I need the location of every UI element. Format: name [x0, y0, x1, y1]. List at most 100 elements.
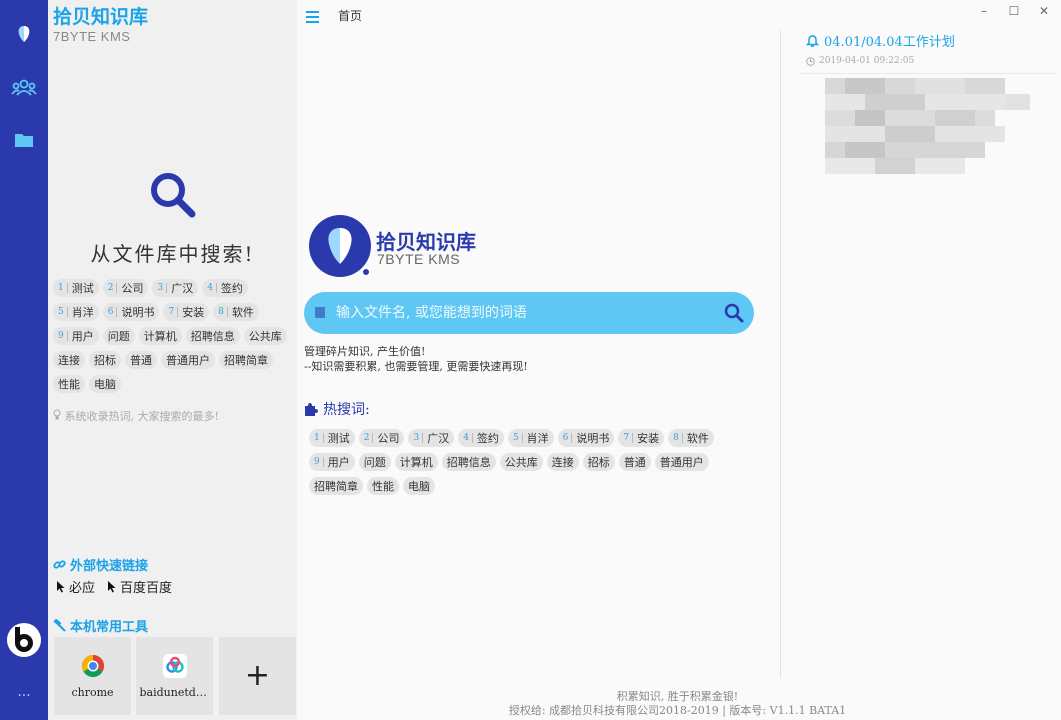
hot-search-title: 热搜词:	[304, 399, 370, 419]
tool-baidunetdisk[interactable]: baidunetdisk	[136, 637, 213, 715]
nav-rail: ···	[0, 0, 48, 720]
users-icon[interactable]	[0, 68, 48, 108]
hot-tag[interactable]: 2 公司	[102, 279, 149, 297]
hot-tag[interactable]: 4 签约	[458, 429, 504, 447]
hot-tag[interactable]: 6 说明书	[557, 429, 615, 447]
baidunetdisk-icon	[162, 653, 187, 678]
tag-label: 软件	[686, 432, 709, 445]
tag-label: 软件	[231, 306, 254, 319]
hot-tag[interactable]: 招聘信息	[441, 453, 496, 471]
search-panel: 拾贝知识库 7BYTE KMS 从文件库中搜索! 1 测试 2 公司 3 广汉 4 签约 5 肖洋…	[48, 0, 297, 720]
tag-label: 公共库	[504, 456, 538, 469]
cursor-icon	[108, 581, 116, 593]
tag-label: 广汉	[427, 432, 450, 445]
lightbulb-icon	[53, 409, 65, 423]
hot-tag[interactable]: 问题	[102, 327, 135, 345]
hot-tag[interactable]: 计算机	[394, 453, 438, 471]
tag-rank: 5	[513, 433, 523, 443]
tag-label: 签约	[220, 282, 243, 295]
hint: 系统收录热词, 大家搜索的最多!	[53, 408, 219, 424]
footer-license: 授权给: 成都拾贝科技有限公司2018-2019 | 版本号: V1.1.1 B…	[508, 704, 847, 717]
search-input[interactable]	[336, 305, 724, 321]
folder-icon[interactable]	[0, 120, 48, 160]
tag-rank: 9	[314, 457, 324, 467]
tag-label: 肖洋	[71, 306, 94, 319]
panel-search-title: 从文件库中搜索!	[90, 242, 255, 266]
hot-tag[interactable]: 7 安装	[163, 303, 210, 321]
add-tool-button[interactable]: +	[219, 637, 296, 715]
minimize-button[interactable]: –	[976, 4, 992, 18]
tag-rank: 1	[58, 283, 68, 293]
close-button[interactable]: ✕	[1036, 4, 1052, 18]
tag-label: 签约	[476, 432, 499, 445]
hot-tag[interactable]: 3 广汉	[408, 429, 455, 447]
tag-rank: 6	[108, 307, 118, 317]
tag-label: 安装	[637, 432, 660, 445]
hot-tag[interactable]: 连接	[53, 351, 85, 369]
avatar[interactable]	[0, 620, 48, 660]
tag-rank: 7	[168, 307, 179, 317]
link-bing[interactable]: 必应	[56, 577, 95, 596]
search-icon[interactable]	[724, 303, 744, 323]
plan-timestamp: 2019-04-01 09:22:05	[806, 56, 914, 66]
hot-tag[interactable]: 公共库	[243, 327, 287, 345]
hot-tag[interactable]: 问题	[358, 453, 391, 471]
tools-title: 本机常用工具	[53, 616, 148, 635]
hot-tag[interactable]: 9 用户	[53, 327, 99, 345]
hot-tag[interactable]: 8 软件	[668, 429, 714, 447]
tag-label: 性能	[58, 378, 80, 391]
plan-title[interactable]: 04.01/04.04工作计划	[806, 31, 955, 50]
link-baidu[interactable]: 百度百度	[107, 577, 172, 596]
hot-tag[interactable]: 普通	[618, 453, 651, 471]
hot-tag[interactable]: 招聘简章	[309, 477, 363, 495]
hot-tag[interactable]: 普通用户	[161, 351, 215, 369]
hot-tag[interactable]: 普通用户	[654, 453, 709, 471]
tag-rank: 6	[563, 433, 573, 443]
hot-tag[interactable]: 公共库	[499, 453, 543, 471]
more-button[interactable]: ···	[0, 676, 48, 716]
hot-tag[interactable]: 普通	[125, 351, 157, 369]
tag-label: 连接	[551, 456, 574, 469]
tag-rank: 9	[58, 331, 68, 341]
hot-tag[interactable]: 1 测试	[53, 279, 99, 297]
hot-tag[interactable]: 招聘信息	[185, 327, 240, 345]
hot-tag[interactable]: 招标	[582, 453, 615, 471]
cursor-icon	[57, 581, 65, 593]
menu-icon[interactable]	[306, 8, 319, 27]
tag-rank: 3	[413, 433, 424, 443]
tag-label: 计算机	[143, 330, 177, 343]
hot-tag[interactable]: 7 安装	[618, 429, 665, 447]
hot-tag[interactable]: 2 公司	[358, 429, 405, 447]
hot-tag[interactable]: 性能	[367, 477, 399, 495]
tag-label: 问题	[107, 330, 130, 343]
maximize-button[interactable]: ☐	[1006, 4, 1022, 18]
chrome-icon	[81, 654, 104, 677]
hot-tag[interactable]: 9 用户	[309, 453, 355, 471]
puzzle-icon	[305, 403, 318, 416]
tag-label: 招标	[94, 354, 116, 367]
tag-label: 电脑	[408, 480, 430, 493]
hot-tag[interactable]: 3 广汉	[152, 279, 199, 297]
hot-tag[interactable]: 5 肖洋	[507, 429, 554, 447]
hot-tag[interactable]: 连接	[546, 453, 579, 471]
hot-tag[interactable]: 计算机	[138, 327, 182, 345]
tag-label: 用户	[71, 330, 94, 343]
hot-tag[interactable]: 5 肖洋	[53, 303, 99, 321]
hot-tag[interactable]: 招标	[89, 351, 121, 369]
tag-rank: 8	[218, 307, 228, 317]
panel-hot-tags: 1 测试 2 公司 3 广汉 4 签约 5 肖洋 6 说明书 7 安装 8 软件 9 用户 问题 计算机 招聘信息 公共库…	[53, 279, 293, 399]
hot-tag[interactable]: 招聘简章	[219, 351, 273, 369]
main-brand-subtitle: 7BYTE KMS	[377, 251, 461, 267]
tag-label: 招聘信息	[446, 456, 491, 469]
hot-tag[interactable]: 4 签约	[202, 279, 248, 297]
tool-chrome[interactable]: chrome	[54, 637, 131, 715]
hot-tag[interactable]: 1 测试	[309, 429, 355, 447]
hot-tag[interactable]: 电脑	[89, 375, 121, 393]
rail-logo-icon[interactable]	[0, 14, 48, 54]
hot-tag[interactable]: 性能	[53, 375, 85, 393]
hot-tag[interactable]: 6 说明书	[102, 303, 160, 321]
hot-tag[interactable]: 电脑	[403, 477, 435, 495]
motto-line1: 管理碎片知识, 产生价值!	[304, 345, 426, 358]
brand-subtitle: 7BYTE KMS	[53, 29, 131, 44]
hot-tag[interactable]: 8 软件	[213, 303, 259, 321]
